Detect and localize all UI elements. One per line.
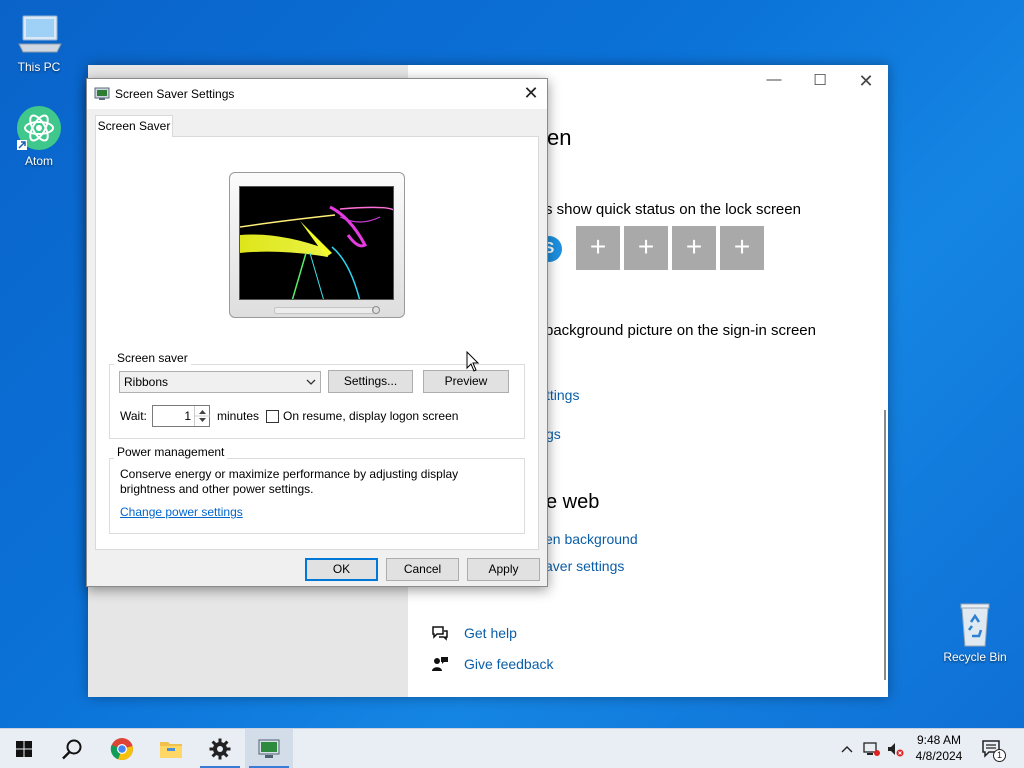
quick-status-label: s show quick status on the lock screen [545, 201, 801, 218]
cancel-button[interactable]: Cancel [386, 558, 459, 581]
start-button[interactable] [0, 729, 48, 768]
add-quick-status-tile[interactable]: + [720, 226, 764, 270]
recycle-bin-icon [951, 600, 999, 648]
change-power-settings-link[interactable]: Change power settings [120, 505, 243, 519]
search-icon [62, 739, 82, 760]
settings-link[interactable]: ttings [546, 387, 579, 403]
screen-saver-dialog[interactable]: Screen Saver Settings ✕ Screen Saver Scr… [86, 78, 548, 587]
preview-screen [239, 186, 394, 300]
windows-logo-icon [16, 741, 32, 757]
screen-saver-icon [258, 739, 280, 758]
screen-saver-group-label: Screen saver [114, 351, 191, 365]
notification-center-button[interactable]: 1 [978, 729, 1006, 768]
folder-icon [160, 742, 182, 758]
maximize-button[interactable]: ☐ [797, 71, 843, 91]
desktop-icon-label: Recycle Bin [943, 650, 1007, 664]
ok-button[interactable]: OK [305, 558, 378, 581]
desktop-icon-recycle-bin[interactable]: Recycle Bin [937, 600, 1013, 664]
wait-label: Wait: [120, 409, 147, 423]
give-feedback-icon [431, 655, 449, 673]
screen-saver-select[interactable]: Ribbons [119, 371, 321, 393]
gear-icon [209, 738, 231, 760]
taskbar-settings[interactable] [196, 729, 244, 768]
dialog-titlebar[interactable]: Screen Saver Settings ✕ [87, 79, 547, 109]
clock-date: 4/8/2024 [915, 749, 963, 763]
resume-logon-label: On resume, display logon screen [283, 409, 459, 423]
network-status[interactable] [860, 729, 882, 768]
get-help-link[interactable]: Get help [464, 625, 517, 641]
show-hidden-icons-button[interactable] [838, 729, 856, 768]
settings-button[interactable]: Settings... [328, 370, 413, 393]
scrollbar[interactable] [884, 410, 886, 680]
taskbar-screen-saver[interactable] [245, 729, 293, 768]
clock[interactable]: 9:48 AM 4/8/2024 [904, 732, 974, 764]
chevron-up-icon [841, 746, 853, 753]
minimize-button[interactable]: — [751, 71, 797, 91]
screen-saver-icon [94, 86, 110, 102]
apply-button[interactable]: Apply [467, 558, 540, 581]
add-quick-status-tile[interactable]: + [624, 226, 668, 270]
this-pc-icon [15, 10, 63, 58]
power-management-label: Power management [114, 445, 228, 459]
web-section-heading: e web [546, 491, 600, 513]
clock-time: 9:48 AM [916, 733, 962, 747]
network-icon [863, 742, 880, 756]
monitor-stand-panel [274, 307, 374, 314]
tab-screen-saver[interactable]: Screen Saver [95, 115, 173, 137]
screen-saver-settings-link[interactable]: aver settings [545, 558, 624, 574]
desktop-icon-label: This PC [17, 60, 61, 74]
chevron-down-icon [306, 379, 316, 385]
desktop-icon-label: Atom [24, 154, 53, 168]
selected-screen-saver: Ribbons [124, 375, 169, 389]
lock-screen-background-link[interactable]: en background [545, 531, 638, 547]
taskbar-chrome[interactable] [98, 729, 146, 768]
desktop-icon-this-pc[interactable]: This PC [1, 10, 77, 74]
add-quick-status-tile[interactable]: + [576, 226, 620, 270]
resume-logon-checkbox[interactable] [266, 410, 279, 423]
volume-muted-icon [888, 743, 904, 757]
settings-link[interactable]: gs [546, 426, 561, 442]
power-led [372, 306, 380, 314]
wait-value: 1 [184, 409, 191, 423]
close-icon[interactable]: ✕ [521, 84, 541, 104]
power-description-line2: brightness and other power settings. [120, 482, 314, 496]
background-picture-label: background picture on the sign-in screen [545, 322, 816, 339]
notification-count-badge: 1 [993, 749, 1006, 762]
atom-icon [15, 104, 63, 152]
search-button[interactable] [48, 729, 96, 768]
get-help-icon [431, 624, 449, 642]
spinner-arrows[interactable] [194, 406, 210, 426]
preview-monitor [229, 172, 405, 318]
mouse-cursor-icon [466, 350, 480, 373]
power-description-line1: Conserve energy or maximize performance … [120, 467, 459, 481]
minutes-label: minutes [217, 409, 260, 423]
taskbar: 9:48 AM 4/8/2024 1 [0, 728, 1024, 768]
wait-minutes-spinner[interactable]: 1 [152, 405, 210, 427]
desktop-icon-atom[interactable]: Atom [1, 104, 77, 168]
close-button[interactable]: ✕ [843, 71, 889, 91]
add-quick-status-tile[interactable]: + [672, 226, 716, 270]
volume-status[interactable] [884, 729, 906, 768]
give-feedback-link[interactable]: Give feedback [464, 656, 554, 672]
chrome-icon [110, 738, 133, 761]
preview-button[interactable]: Preview [423, 370, 509, 393]
taskbar-file-explorer[interactable] [147, 729, 195, 768]
page-heading: en [547, 125, 572, 150]
dialog-title: Screen Saver Settings [115, 87, 235, 101]
